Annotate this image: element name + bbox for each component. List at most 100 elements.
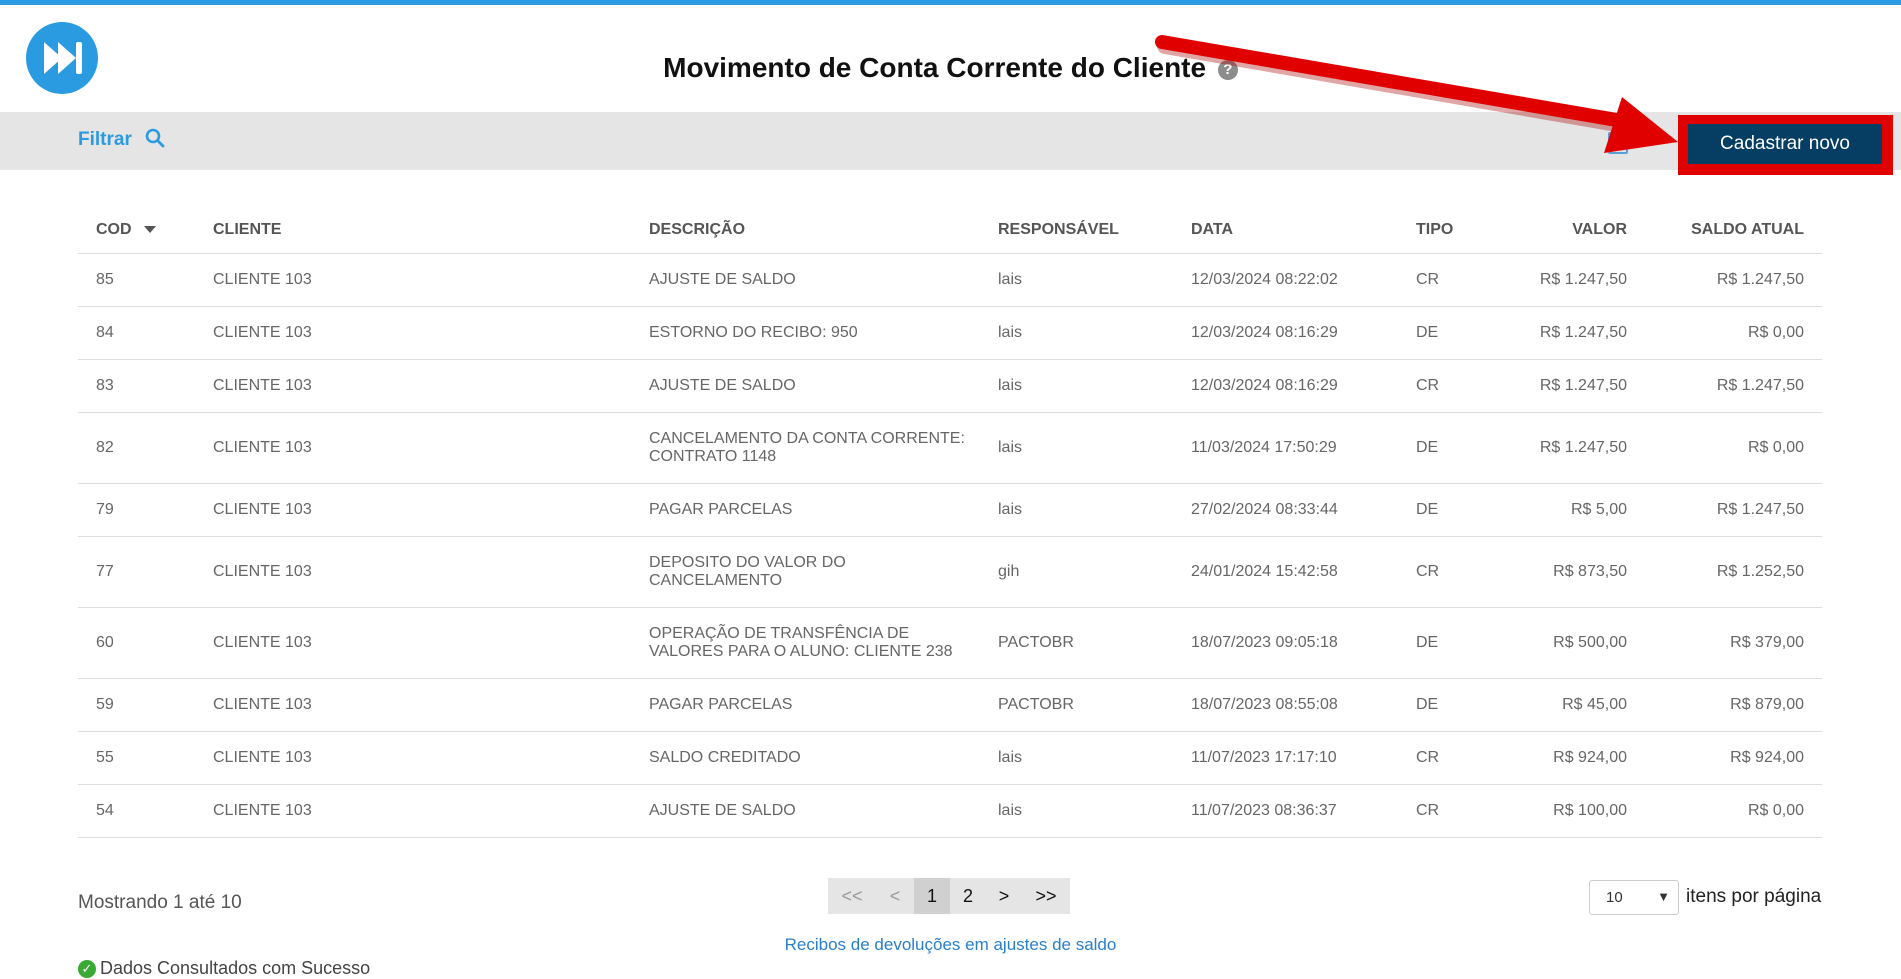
cell-cliente: CLIENTE 103 (195, 784, 631, 838)
page-next-button[interactable]: > (986, 878, 1022, 914)
cell-cod: 55 (78, 731, 195, 785)
help-icon[interactable]: ? (1217, 59, 1238, 80)
chevron-down-icon: ▼ (1657, 889, 1670, 904)
cell-descricao: SALDO CREDITADO (631, 731, 980, 785)
cell-cod: 79 (78, 483, 195, 537)
cell-data: 11/07/2023 17:17:10 (1173, 731, 1398, 785)
cell-cliente: CLIENTE 103 (195, 412, 631, 484)
table-row[interactable]: 82 CLIENTE 103 CANCELAMENTO DA CONTA COR… (78, 412, 1822, 484)
items-per-page-value: 10 (1606, 889, 1623, 906)
table-row[interactable]: 60 CLIENTE 103 OPERAÇÃO DE TRANSFÊNCIA D… (78, 607, 1822, 679)
table-header-row: COD CLIENTE DESCRIÇÃO RESPONSÁVEL DATA T… (78, 207, 1822, 254)
cell-tipo: DE (1398, 306, 1504, 360)
cell-responsavel: gih (980, 536, 1173, 608)
cell-valor: R$ 873,50 (1504, 536, 1645, 608)
cell-cliente: CLIENTE 103 (195, 483, 631, 537)
cell-responsavel: PACTOBR (980, 678, 1173, 732)
cell-data: 18/07/2023 08:55:08 (1173, 678, 1398, 732)
col-cod-header[interactable]: COD (78, 207, 195, 254)
cell-cod: 82 (78, 412, 195, 484)
cell-saldo: R$ 1.247,50 (1645, 253, 1822, 307)
table-row[interactable]: 54 CLIENTE 103 AJUSTE DE SALDO lais 11/0… (78, 784, 1822, 838)
movements-table: COD CLIENTE DESCRIÇÃO RESPONSÁVEL DATA T… (78, 207, 1822, 838)
cell-cliente: CLIENTE 103 (195, 607, 631, 679)
cell-responsavel: lais (980, 784, 1173, 838)
page-first-button[interactable]: << (828, 878, 876, 914)
top-accent-bar (0, 0, 1901, 5)
cell-descricao: DEPOSITO DO VALOR DO CANCELAMENTO (631, 536, 980, 608)
cell-valor: R$ 1.247,50 (1504, 359, 1645, 413)
cell-tipo: CR (1398, 731, 1504, 785)
cell-tipo: CR (1398, 359, 1504, 413)
cell-descricao: OPERAÇÃO DE TRANSFÊNCIA DE VALORES PARA … (631, 607, 980, 679)
col-saldo-header[interactable]: SALDO ATUAL (1645, 207, 1822, 254)
items-per-page-label: itens por página (1686, 886, 1822, 907)
cell-valor: R$ 500,00 (1504, 607, 1645, 679)
page-last-button[interactable]: >> (1022, 878, 1070, 914)
table-row[interactable]: 59 CLIENTE 103 PAGAR PARCELAS PACTOBR 18… (78, 678, 1822, 732)
cell-descricao: PAGAR PARCELAS (631, 678, 980, 732)
cell-valor: R$ 45,00 (1504, 678, 1645, 732)
col-responsavel-header[interactable]: RESPONSÁVEL (980, 207, 1173, 254)
col-tipo-header[interactable]: TIPO (1398, 207, 1504, 254)
filter-label: Filtrar (78, 129, 132, 150)
cell-saldo: R$ 1.247,50 (1645, 359, 1822, 413)
cell-descricao: CANCELAMENTO DA CONTA CORRENTE: CONTRATO… (631, 412, 980, 484)
col-descricao-header[interactable]: DESCRIÇÃO (631, 207, 980, 254)
page-title: Movimento de Conta Corrente do Cliente (663, 52, 1207, 83)
cell-cliente: CLIENTE 103 (195, 678, 631, 732)
col-data-header[interactable]: DATA (1173, 207, 1398, 254)
cell-responsavel: PACTOBR (980, 607, 1173, 679)
cell-valor: R$ 924,00 (1504, 731, 1645, 785)
cell-tipo: CR (1398, 536, 1504, 608)
page-2-button[interactable]: 2 (950, 878, 986, 914)
new-button-highlight: Cadastrar novo (1678, 115, 1893, 175)
cell-responsavel: lais (980, 412, 1173, 484)
search-icon (145, 129, 165, 148)
cell-cod: 77 (78, 536, 195, 608)
cell-cliente: CLIENTE 103 (195, 731, 631, 785)
table-row[interactable]: 79 CLIENTE 103 PAGAR PARCELAS lais 27/02… (78, 483, 1822, 537)
cell-responsavel: lais (980, 359, 1173, 413)
page-title-block: Movimento de Conta Corrente do Cliente ? (0, 52, 1901, 84)
table-row[interactable]: 85 CLIENTE 103 AJUSTE DE SALDO lais 12/0… (78, 253, 1822, 307)
excel-export-icon[interactable]: X (1608, 132, 1628, 154)
cell-tipo: DE (1398, 678, 1504, 732)
cell-saldo: R$ 1.252,50 (1645, 536, 1822, 608)
cell-cod: 60 (78, 607, 195, 679)
cell-descricao: ESTORNO DO RECIBO: 950 (631, 306, 980, 360)
cell-descricao: AJUSTE DE SALDO (631, 784, 980, 838)
cell-tipo: DE (1398, 483, 1504, 537)
cell-responsavel: lais (980, 306, 1173, 360)
cell-data: 12/03/2024 08:16:29 (1173, 306, 1398, 360)
table-row[interactable]: 84 CLIENTE 103 ESTORNO DO RECIBO: 950 la… (78, 306, 1822, 360)
cell-saldo: R$ 1.247,50 (1645, 483, 1822, 537)
table-row[interactable]: 83 CLIENTE 103 AJUSTE DE SALDO lais 12/0… (78, 359, 1822, 413)
cell-cod: 84 (78, 306, 195, 360)
cell-valor: R$ 100,00 (1504, 784, 1645, 838)
items-per-page-select[interactable]: 10 ▼ (1589, 880, 1679, 915)
cell-saldo: R$ 924,00 (1645, 731, 1822, 785)
cell-data: 18/07/2023 09:05:18 (1173, 607, 1398, 679)
cell-cliente: CLIENTE 103 (195, 253, 631, 307)
sort-desc-icon (143, 226, 156, 234)
page-prev-button[interactable]: < (876, 878, 914, 914)
cell-valor: R$ 1.247,50 (1504, 253, 1645, 307)
recibos-link[interactable]: Recibos de devoluções em ajustes de sald… (0, 935, 1901, 955)
col-valor-header[interactable]: VALOR (1504, 207, 1645, 254)
cell-cliente: CLIENTE 103 (195, 536, 631, 608)
filter-button[interactable]: Filtrar (78, 129, 165, 151)
table-row[interactable]: 55 CLIENTE 103 SALDO CREDITADO lais 11/0… (78, 731, 1822, 785)
cell-valor: R$ 5,00 (1504, 483, 1645, 537)
cell-cod: 85 (78, 253, 195, 307)
table-row[interactable]: 77 CLIENTE 103 DEPOSITO DO VALOR DO CANC… (78, 536, 1822, 608)
page-1-button[interactable]: 1 (914, 878, 950, 914)
cell-tipo: DE (1398, 412, 1504, 484)
status-message: ✓ Dados Consultados com Sucesso (78, 958, 370, 979)
cadastrar-novo-button[interactable]: Cadastrar novo (1688, 124, 1882, 164)
cell-tipo: CR (1398, 253, 1504, 307)
cell-responsavel: lais (980, 253, 1173, 307)
col-cliente-header[interactable]: CLIENTE (195, 207, 631, 254)
cell-saldo: R$ 0,00 (1645, 784, 1822, 838)
cell-tipo: DE (1398, 607, 1504, 679)
